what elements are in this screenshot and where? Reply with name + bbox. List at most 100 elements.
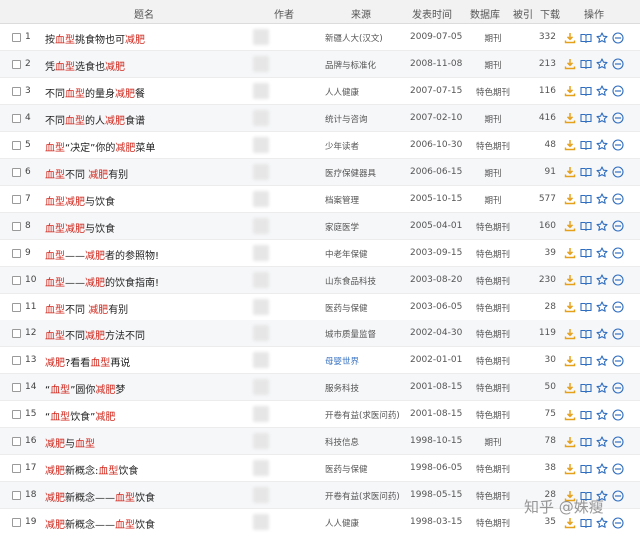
download-icon[interactable] <box>563 462 576 475</box>
row-checkbox[interactable] <box>12 140 21 150</box>
row-checkbox[interactable] <box>12 302 21 312</box>
article-title-link[interactable]: “血型”圆你减肥梦 <box>45 381 125 396</box>
share-icon[interactable] <box>611 85 624 98</box>
row-checkbox[interactable] <box>12 464 21 474</box>
header-database[interactable]: 数据库 <box>470 6 500 21</box>
download-icon[interactable] <box>563 301 576 314</box>
download-icon[interactable] <box>563 247 576 260</box>
favorite-icon[interactable] <box>595 301 608 314</box>
source-link[interactable]: 科技信息 <box>325 436 359 448</box>
article-title-link[interactable]: 血型——减肥者的参照物! <box>45 247 159 262</box>
source-link[interactable]: 人人健康 <box>325 86 359 98</box>
favorite-icon[interactable] <box>595 354 608 367</box>
read-icon[interactable] <box>579 301 592 314</box>
article-title-link[interactable]: 血型——减肥的饮食指南! <box>45 274 159 289</box>
row-checkbox[interactable] <box>12 86 21 96</box>
favorite-icon[interactable] <box>595 274 608 287</box>
source-link[interactable]: 医药与保健 <box>325 463 368 475</box>
article-title-link[interactable]: 血型减肥与饮食 <box>45 193 115 208</box>
row-checkbox[interactable] <box>12 194 21 204</box>
source-link[interactable]: 档案管理 <box>325 194 359 206</box>
read-icon[interactable] <box>579 435 592 448</box>
share-icon[interactable] <box>611 354 624 367</box>
download-icon[interactable] <box>563 435 576 448</box>
favorite-icon[interactable] <box>595 58 608 71</box>
favorite-icon[interactable] <box>595 408 608 421</box>
share-icon[interactable] <box>611 139 624 152</box>
favorite-icon[interactable] <box>595 220 608 233</box>
favorite-icon[interactable] <box>595 112 608 125</box>
source-link[interactable]: 医药与保健 <box>325 302 368 314</box>
header-title[interactable]: 题名 <box>134 6 154 21</box>
download-icon[interactable] <box>563 327 576 340</box>
share-icon[interactable] <box>611 112 624 125</box>
article-title-link[interactable]: 减肥?看看血型再说 <box>45 354 130 369</box>
row-checkbox[interactable] <box>12 329 21 339</box>
row-checkbox[interactable] <box>12 410 21 420</box>
read-icon[interactable] <box>579 85 592 98</box>
read-icon[interactable] <box>579 516 592 529</box>
read-icon[interactable] <box>579 327 592 340</box>
download-icon[interactable] <box>563 220 576 233</box>
read-icon[interactable] <box>579 31 592 44</box>
row-checkbox[interactable] <box>12 221 21 231</box>
read-icon[interactable] <box>579 112 592 125</box>
favorite-icon[interactable] <box>595 462 608 475</box>
article-title-link[interactable]: “血型饮食”减肥 <box>45 408 115 423</box>
download-icon[interactable] <box>563 408 576 421</box>
row-checkbox[interactable] <box>12 248 21 258</box>
row-checkbox[interactable] <box>12 491 21 501</box>
download-icon[interactable] <box>563 354 576 367</box>
share-icon[interactable] <box>611 489 624 502</box>
read-icon[interactable] <box>579 354 592 367</box>
source-link[interactable]: 新疆人大(汉文) <box>325 32 383 44</box>
share-icon[interactable] <box>611 31 624 44</box>
share-icon[interactable] <box>611 58 624 71</box>
share-icon[interactable] <box>611 408 624 421</box>
row-checkbox[interactable] <box>12 383 21 393</box>
article-title-link[interactable]: 减肥新概念——血型饮食 <box>45 489 155 504</box>
source-link[interactable]: 人人健康 <box>325 517 359 529</box>
read-icon[interactable] <box>579 408 592 421</box>
download-icon[interactable] <box>563 139 576 152</box>
article-title-link[interactable]: 血型不同 减肥有别 <box>45 301 128 316</box>
source-link[interactable]: 少年读者 <box>325 140 359 152</box>
read-icon[interactable] <box>579 247 592 260</box>
article-title-link[interactable]: 不同血型的量身减肥餐 <box>45 85 145 100</box>
header-cited[interactable]: 被引 <box>513 6 533 21</box>
share-icon[interactable] <box>611 327 624 340</box>
favorite-icon[interactable] <box>595 166 608 179</box>
header-date[interactable]: 发表时间 <box>412 6 452 21</box>
source-link[interactable]: 山东食品科技 <box>325 275 376 287</box>
read-icon[interactable] <box>579 274 592 287</box>
favorite-icon[interactable] <box>595 516 608 529</box>
article-title-link[interactable]: 不同血型的人减肥食谱 <box>45 112 145 127</box>
row-checkbox[interactable] <box>12 59 21 69</box>
source-link[interactable]: 开卷有益(求医问药) <box>325 409 400 421</box>
source-link[interactable]: 城市质量监督 <box>325 328 376 340</box>
share-icon[interactable] <box>611 381 624 394</box>
share-icon[interactable] <box>611 301 624 314</box>
source-link[interactable]: 品牌与标准化 <box>325 59 376 71</box>
row-checkbox[interactable] <box>12 113 21 123</box>
share-icon[interactable] <box>611 166 624 179</box>
read-icon[interactable] <box>579 220 592 233</box>
share-icon[interactable] <box>611 274 624 287</box>
download-icon[interactable] <box>563 381 576 394</box>
row-checkbox[interactable] <box>12 275 21 285</box>
article-title-link[interactable]: 减肥新概念:血型饮食 <box>45 462 138 477</box>
download-icon[interactable] <box>563 193 576 206</box>
download-icon[interactable] <box>563 85 576 98</box>
article-title-link[interactable]: 减肥与血型 <box>45 435 95 450</box>
favorite-icon[interactable] <box>595 139 608 152</box>
read-icon[interactable] <box>579 462 592 475</box>
source-link[interactable]: 统计与咨询 <box>325 113 368 125</box>
source-link[interactable]: 医疗保健器具 <box>325 167 376 179</box>
share-icon[interactable] <box>611 516 624 529</box>
favorite-icon[interactable] <box>595 435 608 448</box>
favorite-icon[interactable] <box>595 327 608 340</box>
share-icon[interactable] <box>611 247 624 260</box>
share-icon[interactable] <box>611 462 624 475</box>
source-link[interactable]: 开卷有益(求医问药) <box>325 490 400 502</box>
read-icon[interactable] <box>579 193 592 206</box>
